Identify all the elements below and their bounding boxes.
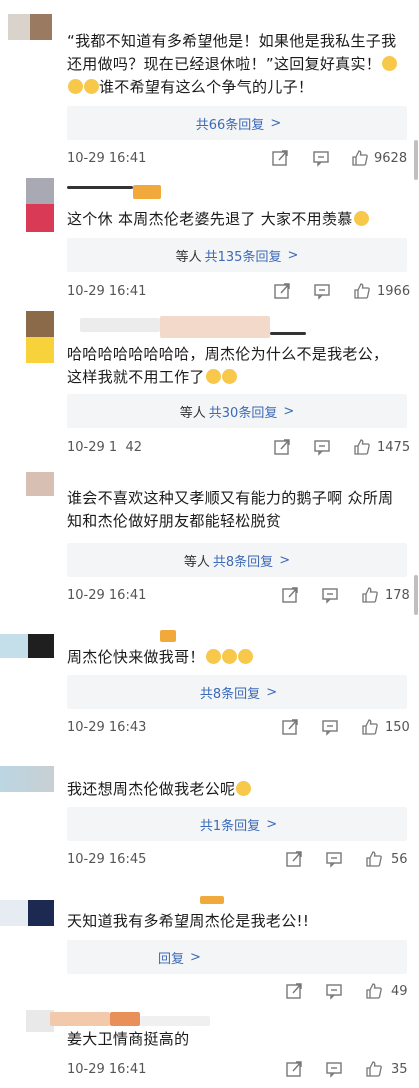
avatar[interactable] xyxy=(26,472,54,496)
thumbs-up-icon[interactable] xyxy=(353,282,371,300)
comment-meta: 10-29 16:43 150 xyxy=(67,718,410,736)
thumbs-up-icon[interactable] xyxy=(361,718,379,736)
view-replies-button[interactable]: 共8条回复 > xyxy=(67,675,407,709)
avatar[interactable] xyxy=(26,178,54,232)
emoji-icon xyxy=(205,369,221,384)
chevron-right-icon: > xyxy=(279,552,291,568)
username-redacted xyxy=(200,896,224,904)
comment-text: 这个休 本周杰伦老婆先退了 大家不用羡慕 xyxy=(67,208,412,231)
view-replies-button[interactable]: 等人 共30条回复 > xyxy=(67,394,407,428)
emoji-icon xyxy=(221,369,237,384)
emoji-icon xyxy=(84,79,99,94)
avatar[interactable] xyxy=(8,14,54,44)
emoji-icon xyxy=(221,649,237,664)
comment-3: 哈哈哈哈哈哈哈哈，周杰伦为什么不是我老公， 这样我就不用工作了 等人 共30条回复… xyxy=(0,310,419,470)
comment-icon[interactable] xyxy=(325,982,343,1000)
comment-icon[interactable] xyxy=(312,149,330,167)
comment-meta: 10-29 16:41 1966 xyxy=(67,282,411,300)
comment-icon[interactable] xyxy=(321,718,339,736)
username-redacted xyxy=(160,630,176,642)
comment-6: 我还想周杰伦做我老公呢 共1条回复 > 10-29 16:45 56 xyxy=(0,750,419,880)
scrollbar[interactable] xyxy=(414,140,418,180)
share-icon[interactable] xyxy=(285,1060,303,1078)
comment-5: 周杰伦快来做我哥！ 共8条回复 > 10-29 16:43 150 xyxy=(0,620,419,750)
share-icon[interactable] xyxy=(271,149,289,167)
avatar[interactable] xyxy=(0,900,54,930)
comment-1: “我都不知道有多希望他是！如果他是我私生子我 还用做吗？现在已经退休啦！”这回复… xyxy=(0,0,419,175)
comment-icon[interactable] xyxy=(313,438,331,456)
chevron-right-icon: > xyxy=(283,403,295,419)
view-replies-button[interactable]: 回复 > xyxy=(67,940,407,974)
emoji-icon xyxy=(68,79,83,94)
comment-text: “我都不知道有多希望他是！如果他是我私生子我 还用做吗？现在已经退休啦！”这回复… xyxy=(67,32,398,96)
share-icon[interactable] xyxy=(285,850,303,868)
comment-text: 哈哈哈哈哈哈哈哈，周杰伦为什么不是我老公， 这样我就不用工作了 xyxy=(67,345,389,386)
comment-text: 谁会不喜欢这种又孝顺又有能力的鹅子啊 众所周 知和杰伦做好朋友都能轻松脱贫 xyxy=(67,489,394,530)
share-icon[interactable] xyxy=(273,282,291,300)
chevron-right-icon: > xyxy=(287,247,299,263)
scrollbar[interactable] xyxy=(414,575,418,615)
comment-meta: 10-29 16:41 35 xyxy=(67,1060,408,1078)
chevron-right-icon: > xyxy=(266,684,278,700)
thumbs-up-icon[interactable] xyxy=(361,586,379,604)
comment-8: 姜大卫情商挺高的 10-29 16:41 35 xyxy=(0,1000,419,1088)
avatar[interactable] xyxy=(26,311,54,363)
username-redacted xyxy=(140,1016,210,1026)
username-redacted xyxy=(110,1012,140,1026)
thumbs-up-icon[interactable] xyxy=(365,982,383,1000)
comment-7: 天知道我有多希望周杰伦是我老公!! 回复 > 49 xyxy=(0,880,419,1000)
comment-text: 周杰伦快来做我哥！ xyxy=(67,646,412,669)
username-redacted xyxy=(160,316,270,338)
comment-text: 我还想周杰伦做我老公呢 xyxy=(67,778,412,801)
comment-4: 谁会不喜欢这种又孝顺又有能力的鹅子啊 众所周 知和杰伦做好朋友都能轻松脱贫 等人… xyxy=(0,470,419,620)
view-replies-button[interactable]: 共66条回复 > xyxy=(67,106,407,140)
comment-icon[interactable] xyxy=(325,850,343,868)
comment-icon[interactable] xyxy=(313,282,331,300)
comment-text: 天知道我有多希望周杰伦是我老公!! xyxy=(67,912,310,930)
chevron-right-icon: > xyxy=(270,115,282,131)
chevron-right-icon: > xyxy=(190,949,201,965)
comment-icon[interactable] xyxy=(325,1060,343,1078)
username-redacted xyxy=(50,1012,110,1026)
view-replies-button[interactable]: 等人 共8条回复 > xyxy=(67,543,407,577)
comment-meta: 10-29 16:41 178 xyxy=(67,586,410,604)
emoji-icon xyxy=(205,649,221,664)
share-icon[interactable] xyxy=(273,438,291,456)
comment-meta: 10-29 16:45 56 xyxy=(67,850,408,868)
emoji-icon xyxy=(236,781,252,796)
emoji-icon xyxy=(237,649,253,664)
comment-2: 这个休 本周杰伦老婆先退了 大家不用羡慕 等人 共135条回复 > 10-29 16… xyxy=(0,175,419,310)
comment-text: 姜大卫情商挺高的 xyxy=(67,1030,190,1048)
comment-meta: 10-29 16:41 9628 xyxy=(67,149,408,167)
thumbs-up-icon[interactable] xyxy=(353,438,371,456)
username-redacted xyxy=(133,185,161,199)
share-icon[interactable] xyxy=(285,982,303,1000)
emoji-icon xyxy=(382,56,398,71)
comment-meta: 10-29 1 42 1475 xyxy=(67,438,411,456)
avatar[interactable] xyxy=(0,634,54,662)
avatar[interactable] xyxy=(0,766,54,792)
comment-icon[interactable] xyxy=(321,586,339,604)
chevron-right-icon: > xyxy=(266,816,278,832)
username-redacted xyxy=(67,186,133,189)
view-replies-button[interactable]: 共1条回复 > xyxy=(67,807,407,841)
view-replies-button[interactable]: 等人 共135条回复 > xyxy=(67,238,407,272)
share-icon[interactable] xyxy=(281,718,299,736)
thumbs-up-icon[interactable] xyxy=(365,1060,383,1078)
thumbs-up-icon[interactable] xyxy=(365,850,383,868)
username-redacted xyxy=(80,318,160,332)
comment-meta: 49 xyxy=(67,982,408,1002)
emoji-icon xyxy=(353,211,369,226)
thumbs-up-icon[interactable] xyxy=(351,149,369,167)
share-icon[interactable] xyxy=(281,586,299,604)
username-redacted xyxy=(270,332,306,335)
